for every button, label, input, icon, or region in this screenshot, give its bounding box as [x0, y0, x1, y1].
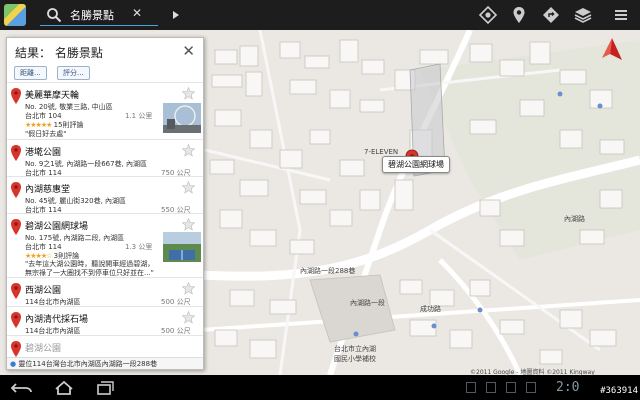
watermark: #363914 — [600, 386, 638, 396]
layers-icon[interactable] — [573, 5, 593, 25]
map-pin-icon — [11, 88, 21, 104]
filter-distance-button[interactable]: 距離... — [14, 66, 47, 80]
search-query-text[interactable]: 名勝景點 — [70, 7, 114, 23]
panel-header: 結果： 名勝景點 ✕ — [7, 38, 203, 64]
review-count[interactable]: 3則評論 — [54, 252, 79, 260]
home-icon[interactable] — [52, 380, 76, 396]
expand-arrow-icon[interactable] — [170, 7, 182, 23]
map-pin-icon — [11, 182, 21, 198]
panel-title: 結果： 名勝景點 — [15, 46, 103, 60]
map-pin-icon — [11, 145, 21, 161]
map-label-road-2: 內湖路一段 — [350, 299, 385, 307]
back-icon[interactable] — [10, 380, 34, 396]
current-address-text: 靈位114台灣台北市內湖區內湖路一段288巷 — [18, 360, 158, 368]
tray-app-icon[interactable] — [466, 382, 476, 393]
tray-sd-icon[interactable] — [526, 382, 536, 393]
directions-icon[interactable] — [541, 5, 561, 25]
result-name: 碧湖公園 — [25, 344, 62, 354]
overflow-menu-icon[interactable] — [611, 5, 631, 25]
map-label-road-1: 內湖路一段288巷 — [300, 267, 356, 275]
search-icon[interactable] — [46, 7, 62, 23]
map-pin-icon — [11, 341, 21, 357]
map-pin-icon — [11, 219, 21, 235]
result-name: 港墘公園 — [25, 148, 62, 158]
result-distance: 1.3 公里 — [125, 243, 153, 251]
star-icon[interactable] — [182, 311, 195, 324]
result-name: 內湖慈惠堂 — [25, 185, 71, 195]
review-quote: "假日好去處" — [25, 130, 67, 138]
current-address-bar[interactable]: ● 靈位114台灣台北市內湖區內湖路一段288巷 — [7, 357, 203, 369]
results-panel: 結果： 名勝景點 ✕ 距離... 評分... 美麗華摩天輪 No. 20號, 敬… — [6, 37, 204, 370]
map-label-school-2: 國民小學補校 — [334, 355, 376, 363]
star-icon[interactable] — [182, 181, 195, 194]
result-name: 內湖清代採石場 — [25, 315, 89, 325]
result-item[interactable]: 碧湖公園 — [7, 335, 203, 357]
location-dot-icon: ● — [10, 360, 17, 368]
review-quote: "去年這大湖公園時，聽說開車經過碧湖，無宗祿了一大圈找不到停車位只好並在..." — [25, 260, 155, 277]
result-name: 美麗華摩天輪 — [25, 91, 80, 101]
map-label-neihu-road: 內湖路 — [564, 215, 585, 223]
map-label-road-3: 成功路 — [420, 305, 441, 313]
tray-download-icon[interactable] — [506, 382, 516, 393]
places-icon[interactable] — [509, 5, 529, 25]
clear-search-icon[interactable]: ✕ — [132, 6, 142, 20]
star-icon[interactable] — [182, 144, 195, 157]
map-pin-icon — [11, 283, 21, 299]
result-name: 西湖公園 — [25, 286, 62, 296]
system-nav-bar: ©2011 Google - 地圖資料 ©2011 Kingway 2:0 — [0, 369, 640, 400]
map-pin-icon — [11, 312, 21, 328]
close-icon[interactable]: ✕ — [182, 42, 195, 60]
maps-app-icon[interactable] — [4, 4, 26, 26]
tennis-court-photo[interactable] — [163, 232, 201, 262]
ferris-wheel-photo[interactable] — [163, 103, 201, 133]
search-field-underline — [40, 25, 158, 26]
result-item[interactable]: 港墘公園 No. 9之1號, 內湖路一段667巷, 內湖區 台北市 114 75… — [7, 139, 203, 177]
map-copyright: ©2011 Google - 地圖資料 ©2011 Kingway — [470, 369, 595, 376]
map-label-seven: 7-ELEVEN — [364, 148, 399, 156]
result-item[interactable]: 碧湖公園網球場 No. 175號, 內湖路二段, 內湖區 台北市 114 1.3… — [7, 213, 203, 277]
top-action-bar: 名勝景點 ✕ — [0, 0, 640, 30]
star-icon[interactable] — [182, 218, 195, 231]
result-item[interactable]: 美麗華摩天輪 No. 20號, 敬業三路, 中山區 台北市 104 1.1 公里… — [7, 82, 203, 139]
result-distance: 1.1 公里 — [125, 112, 153, 120]
map-label-school-1: 台北市立內湖 — [334, 345, 376, 353]
status-clock[interactable]: 2:0 — [556, 380, 579, 395]
review-count[interactable]: 15則評論 — [54, 121, 84, 129]
filter-bar: 距離... 評分... — [7, 64, 203, 82]
star-icon[interactable] — [182, 282, 195, 295]
result-name: 碧湖公園網球場 — [25, 222, 89, 232]
filter-rating-button[interactable]: 評分... — [57, 66, 90, 80]
map-callout[interactable]: 碧湖公園網球場 — [382, 156, 450, 173]
result-item[interactable]: 內湖慈惠堂 No. 45號, 麗山街320巷, 內湖區 台北市 114 550 … — [7, 176, 203, 214]
result-item[interactable]: 西湖公園 114台北市內湖區 500 公尺 — [7, 277, 203, 306]
rating-stars: ★★★★★ — [25, 121, 52, 129]
tray-file-icon[interactable] — [486, 382, 496, 393]
star-icon[interactable] — [182, 87, 195, 100]
my-location-icon[interactable] — [478, 5, 498, 25]
result-item[interactable]: 內湖清代採石場 114台北市內湖區 500 公尺 — [7, 306, 203, 335]
recent-apps-icon[interactable] — [92, 380, 116, 396]
rating-stars: ★★★★☆ — [25, 252, 52, 260]
